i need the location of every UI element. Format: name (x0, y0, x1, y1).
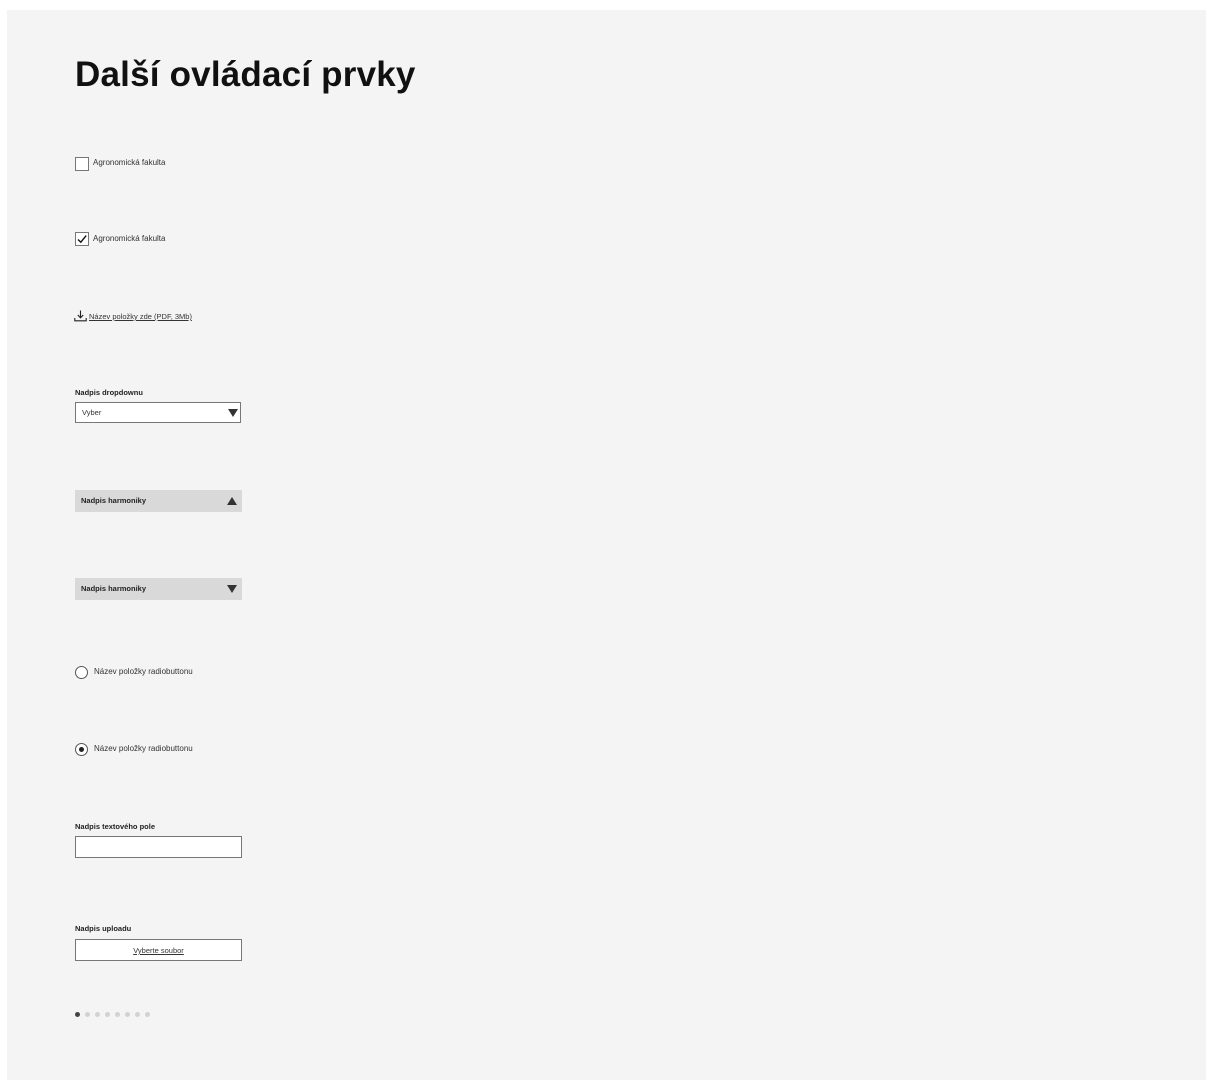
dropdown-value: Vyber (82, 408, 102, 417)
upload-label: Nadpis uploadu (75, 924, 132, 933)
content-panel (7, 10, 1206, 1080)
accordion-header-expanded[interactable]: Nadpis harmoniky (75, 490, 242, 512)
checkbox-agronomicka-unchecked[interactable] (75, 157, 89, 171)
download-link[interactable]: Název položky zde (PDF, 3Mb) (89, 312, 192, 322)
upload-button-label: Vyberte soubor (133, 946, 184, 955)
pagination-dot[interactable] (95, 1012, 100, 1017)
triangle-down-icon (227, 585, 237, 593)
checkbox-agronomicka-checked[interactable] (75, 232, 89, 246)
accordion-title: Nadpis harmoniky (81, 584, 147, 593)
dropdown-label: Nadpis dropdownu (75, 388, 143, 397)
pagination-dot[interactable] (145, 1012, 150, 1017)
radio-label: Název položky radiobuttonu (94, 667, 193, 676)
pagination-dot[interactable] (105, 1012, 110, 1017)
accordion-title: Nadpis harmoniky (81, 496, 147, 505)
checkbox-label: Agronomická fakulta (93, 234, 166, 243)
pagination-dot[interactable] (135, 1012, 140, 1017)
triangle-up-icon (227, 497, 237, 505)
radio-dot-icon (79, 747, 84, 752)
checkmark-icon (77, 235, 87, 244)
text-field-label: Nadpis textového pole (75, 822, 156, 831)
pagination-dot[interactable] (85, 1012, 90, 1017)
pagination-dot[interactable] (115, 1012, 120, 1017)
upload-button[interactable]: Vyberte soubor (75, 939, 242, 961)
radio-button-unselected[interactable] (75, 666, 88, 679)
triangle-down-icon (228, 409, 238, 417)
page-title: Další ovládací prvky (75, 55, 416, 94)
pagination-dot[interactable] (125, 1012, 130, 1017)
accordion-header-collapsed[interactable]: Nadpis harmoniky (75, 578, 242, 600)
radio-label: Název položky radiobuttonu (94, 744, 193, 753)
checkbox-label: Agronomická fakulta (93, 158, 166, 167)
radio-button-selected[interactable] (75, 743, 88, 756)
dropdown-select[interactable]: Vyber (75, 402, 241, 423)
text-field-input[interactable] (75, 836, 242, 858)
pagination-dot[interactable] (75, 1012, 80, 1017)
download-icon[interactable] (74, 310, 87, 322)
